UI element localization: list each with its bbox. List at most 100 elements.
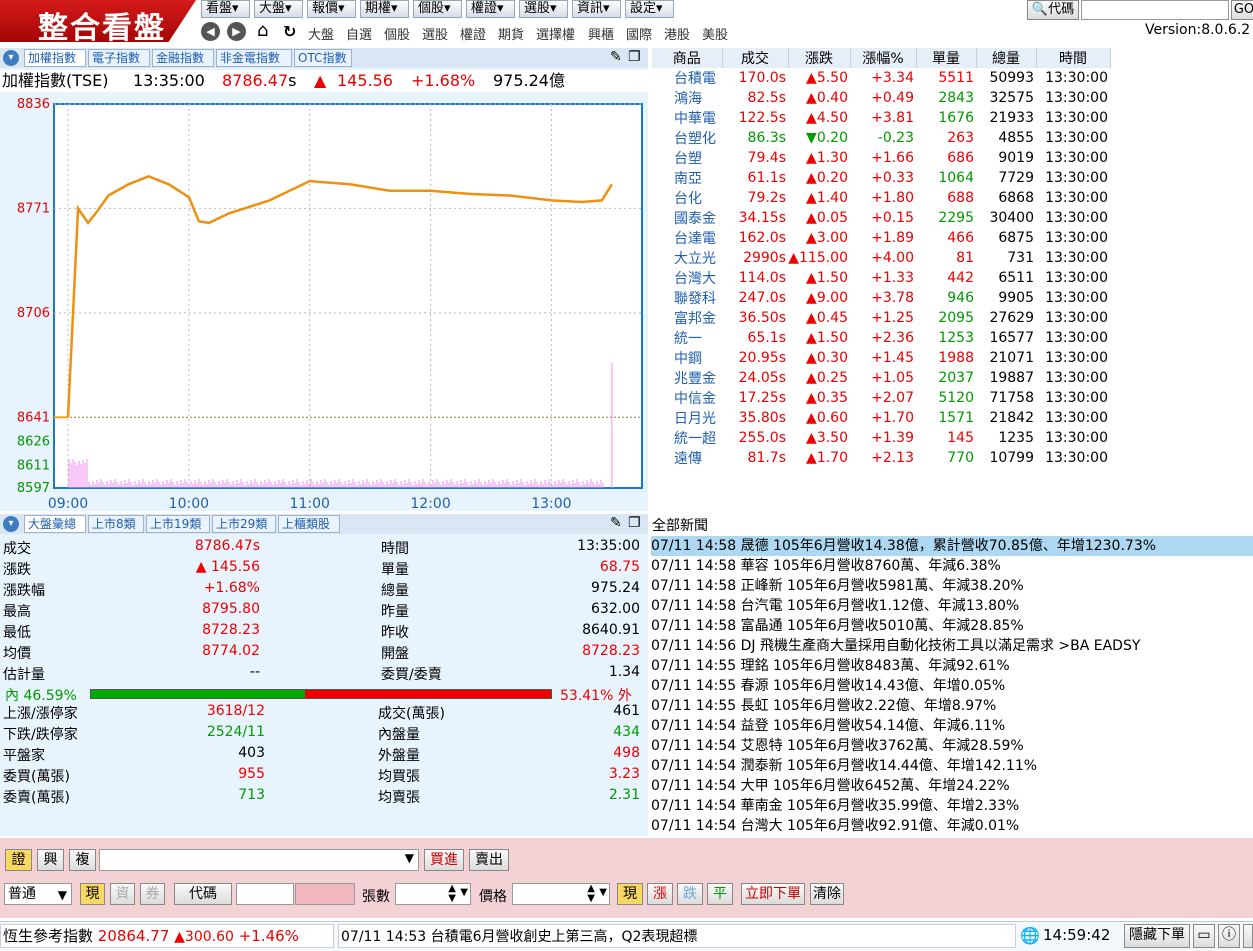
go-button[interactable]: GO: [1231, 0, 1253, 20]
buy-button[interactable]: 買進: [424, 849, 464, 871]
home-icon[interactable]: ⌂: [257, 22, 268, 40]
quote-row[interactable]: 遠傳 81.7s ▲1.70 +2.13 770 10799 13:30:00: [652, 448, 1110, 468]
menu-4[interactable]: 個股▾: [413, 0, 462, 18]
submenu-6[interactable]: 選擇權: [536, 24, 575, 43]
quote-row[interactable]: 中信金 17.25s ▲0.35 +2.07 5120 71758 13:30:00: [652, 388, 1110, 408]
window-icon[interactable]: ❐: [628, 49, 641, 65]
spinner-icon[interactable]: ▲ ▼: [448, 884, 456, 904]
quote-row[interactable]: 統一 65.1s ▲1.50 +2.36 1253 16577 13:30:00: [652, 328, 1110, 348]
chevron-down-icon[interactable]: ▼: [460, 887, 468, 898]
menu-5[interactable]: 權證▾: [466, 0, 515, 18]
news-item[interactable]: 07/11 14:55 長虹 105年6月營收2.22億、年增8.97%: [651, 696, 1253, 716]
news-item[interactable]: 07/11 14:55 春源 105年6月營收14.43億、年增0.05%: [651, 676, 1253, 696]
index-name[interactable]: 加權指數(TSE): [2, 70, 109, 92]
price-limit-up-button[interactable]: 漲: [647, 883, 673, 905]
price-limit-down-button[interactable]: 跌: [677, 883, 703, 905]
news-item[interactable]: 07/11 14:55 理銘 105年6月營收8483萬、年減92.61%: [651, 656, 1253, 676]
back-icon[interactable]: ◀: [201, 22, 220, 41]
submenu-5[interactable]: 期貨: [498, 24, 524, 43]
quote-header-6[interactable]: 時間: [1036, 48, 1111, 68]
menu-2[interactable]: 報價▾: [307, 0, 356, 18]
tab-summary-0[interactable]: 大盤彙總: [24, 515, 86, 533]
menu-6[interactable]: 選股▾: [519, 0, 568, 18]
quote-row[interactable]: 台灣大 114.0s ▲1.50 +1.33 442 6511 13:30:00: [652, 268, 1110, 288]
news-item[interactable]: 07/11 14:58 台汽電 105年6月營收1.12億、年減13.80%: [651, 596, 1253, 616]
menu-1[interactable]: 大盤▾: [254, 0, 303, 18]
quote-header-1[interactable]: 成交: [722, 48, 789, 68]
tab-chart-3[interactable]: 非金電指數: [216, 49, 292, 67]
price-market-button[interactable]: 現: [617, 883, 643, 905]
account-select[interactable]: ▼: [99, 849, 419, 871]
quote-header-2[interactable]: 漲跌: [788, 48, 851, 68]
menu-8[interactable]: 設定▾: [625, 0, 674, 18]
quote-header-3[interactable]: 漲幅%: [850, 48, 917, 68]
refresh-icon[interactable]: ↻: [283, 22, 296, 41]
tab-chart-2[interactable]: 金融指數: [152, 49, 214, 67]
stock-code-input[interactable]: [236, 883, 294, 905]
exchange-tab-emerging[interactable]: 興: [37, 849, 64, 871]
quote-row[interactable]: 聯發科 247.0s ▲9.00 +3.78 946 9905 13:30:00: [652, 288, 1110, 308]
tab-summary-3[interactable]: 上市29類: [212, 515, 276, 533]
submenu-1[interactable]: 自選: [346, 24, 372, 43]
tab-summary-2[interactable]: 上市19類: [146, 515, 210, 533]
news-item[interactable]: 07/11 14:58 正峰新 105年6月營收5981萬、年減38.20%: [651, 576, 1253, 596]
chevron-down-icon[interactable]: ▼: [599, 887, 607, 898]
quote-row[interactable]: 台積電 170.0s ▲5.50 +3.34 5511 50993 13:30:00: [652, 68, 1110, 88]
tab-chart-1[interactable]: 電子指數: [88, 49, 150, 67]
price-flat-button[interactable]: 平: [707, 883, 733, 905]
code-search-button[interactable]: 🔍代碼: [1027, 0, 1079, 20]
quote-row[interactable]: 國泰金 34.15s ▲0.05 +0.15 2295 30400 13:30:00: [652, 208, 1110, 228]
qty-input[interactable]: ▲ ▼ ▼: [395, 883, 471, 905]
news-item[interactable]: 07/11 14:58 華容 105年6月營收8760萬、年減6.38%: [651, 556, 1253, 576]
edit-icon[interactable]: ✎: [610, 515, 622, 531]
tab-summary-1[interactable]: 上市8類: [88, 515, 144, 533]
collapse-icon[interactable]: ▾: [3, 516, 19, 532]
quote-header-5[interactable]: 總量: [976, 48, 1037, 68]
quote-row[interactable]: 台化 79.2s ▲1.40 +1.80 688 6868 13:30:00: [652, 188, 1110, 208]
quote-row[interactable]: 大立光 2990s ▲115.00 +4.00 81 731 13:30:00: [652, 248, 1110, 268]
hide-order-button[interactable]: 隱藏下單: [1124, 924, 1190, 948]
news-ticker[interactable]: 07/11 14:53 台積電6月營收創史上第三高，Q2表現超標: [338, 924, 1016, 948]
clear-button[interactable]: 清除: [810, 883, 844, 905]
submenu-0[interactable]: 大盤: [308, 24, 334, 43]
sell-button[interactable]: 賣出: [469, 849, 509, 871]
quote-row[interactable]: 日月光 35.80s ▲0.60 +1.70 1571 21842 13:30:00: [652, 408, 1110, 428]
menu-0[interactable]: 看盤▾: [201, 0, 250, 18]
quote-row[interactable]: 中華電 122.5s ▲4.50 +3.81 1676 21933 13:30:00: [652, 108, 1110, 128]
submenu-10[interactable]: 美股: [702, 24, 728, 43]
submenu-8[interactable]: 國際: [626, 24, 652, 43]
code-button[interactable]: 代碼: [174, 883, 232, 905]
submit-order-button[interactable]: 立即下單: [741, 883, 805, 905]
submenu-2[interactable]: 個股: [384, 24, 410, 43]
submenu-4[interactable]: 權證: [460, 24, 486, 43]
quote-row[interactable]: 台塑化 86.3s ▼0.20 -0.23 263 4855 13:30:00: [652, 128, 1110, 148]
window-icon[interactable]: ❐: [628, 515, 641, 531]
menu-3[interactable]: 期權▾: [360, 0, 409, 18]
menu-7[interactable]: 資訊▾: [572, 0, 621, 18]
news-item[interactable]: 07/11 14:54 益登 105年6月營收54.14億、年減6.11%: [651, 716, 1253, 736]
tab-chart-0[interactable]: 加權指數: [24, 49, 86, 67]
news-item[interactable]: 07/11 14:54 華南金 105年6月營收35.99億、年增2.33%: [651, 796, 1253, 816]
quote-row[interactable]: 鴻海 82.5s ▲0.40 +0.49 2843 32575 13:30:00: [652, 88, 1110, 108]
spinner-icon[interactable]: ▲ ▼: [587, 884, 595, 904]
forward-icon[interactable]: ▶: [227, 22, 246, 41]
quote-row[interactable]: 台達電 162.0s ▲3.00 +1.89 466 6875 13:30:00: [652, 228, 1110, 248]
code-input[interactable]: [1081, 0, 1229, 20]
exchange-tab-tse[interactable]: 證: [5, 849, 32, 871]
exchange-tab-compound[interactable]: 複: [69, 849, 96, 871]
quote-row[interactable]: 統一超 255.0s ▲3.50 +1.39 145 1235 13:30:00: [652, 428, 1110, 448]
quote-header-0[interactable]: 商品: [652, 48, 723, 68]
news-item[interactable]: 07/11 14:58 富晶通 105年6月營收5010萬、年減28.85%: [651, 616, 1253, 636]
edit-icon[interactable]: ✎: [610, 49, 622, 65]
news-item[interactable]: 07/11 14:54 大甲 105年6月營收6452萬、年增24.22%: [651, 776, 1253, 796]
price-input[interactable]: ▲ ▼ ▼: [512, 883, 610, 905]
tab-summary-4[interactable]: 上櫃類股: [278, 515, 340, 533]
cash-button[interactable]: 現: [80, 883, 105, 905]
info-icon[interactable]: ⓘ: [1218, 924, 1240, 948]
order-type-select[interactable]: 普通 ▼: [4, 883, 72, 905]
news-item[interactable]: 07/11 14:54 台灣大 105年6月營收92.91億、年減0.01%: [651, 816, 1253, 836]
window-icon[interactable]: ▭: [1193, 924, 1215, 948]
quote-row[interactable]: 台塑 79.4s ▲1.30 +1.66 686 9019 13:30:00: [652, 148, 1110, 168]
quote-row[interactable]: 中鋼 20.95s ▲0.30 +1.45 1988 21071 13:30:00: [652, 348, 1110, 368]
short-button[interactable]: 券: [140, 883, 165, 905]
